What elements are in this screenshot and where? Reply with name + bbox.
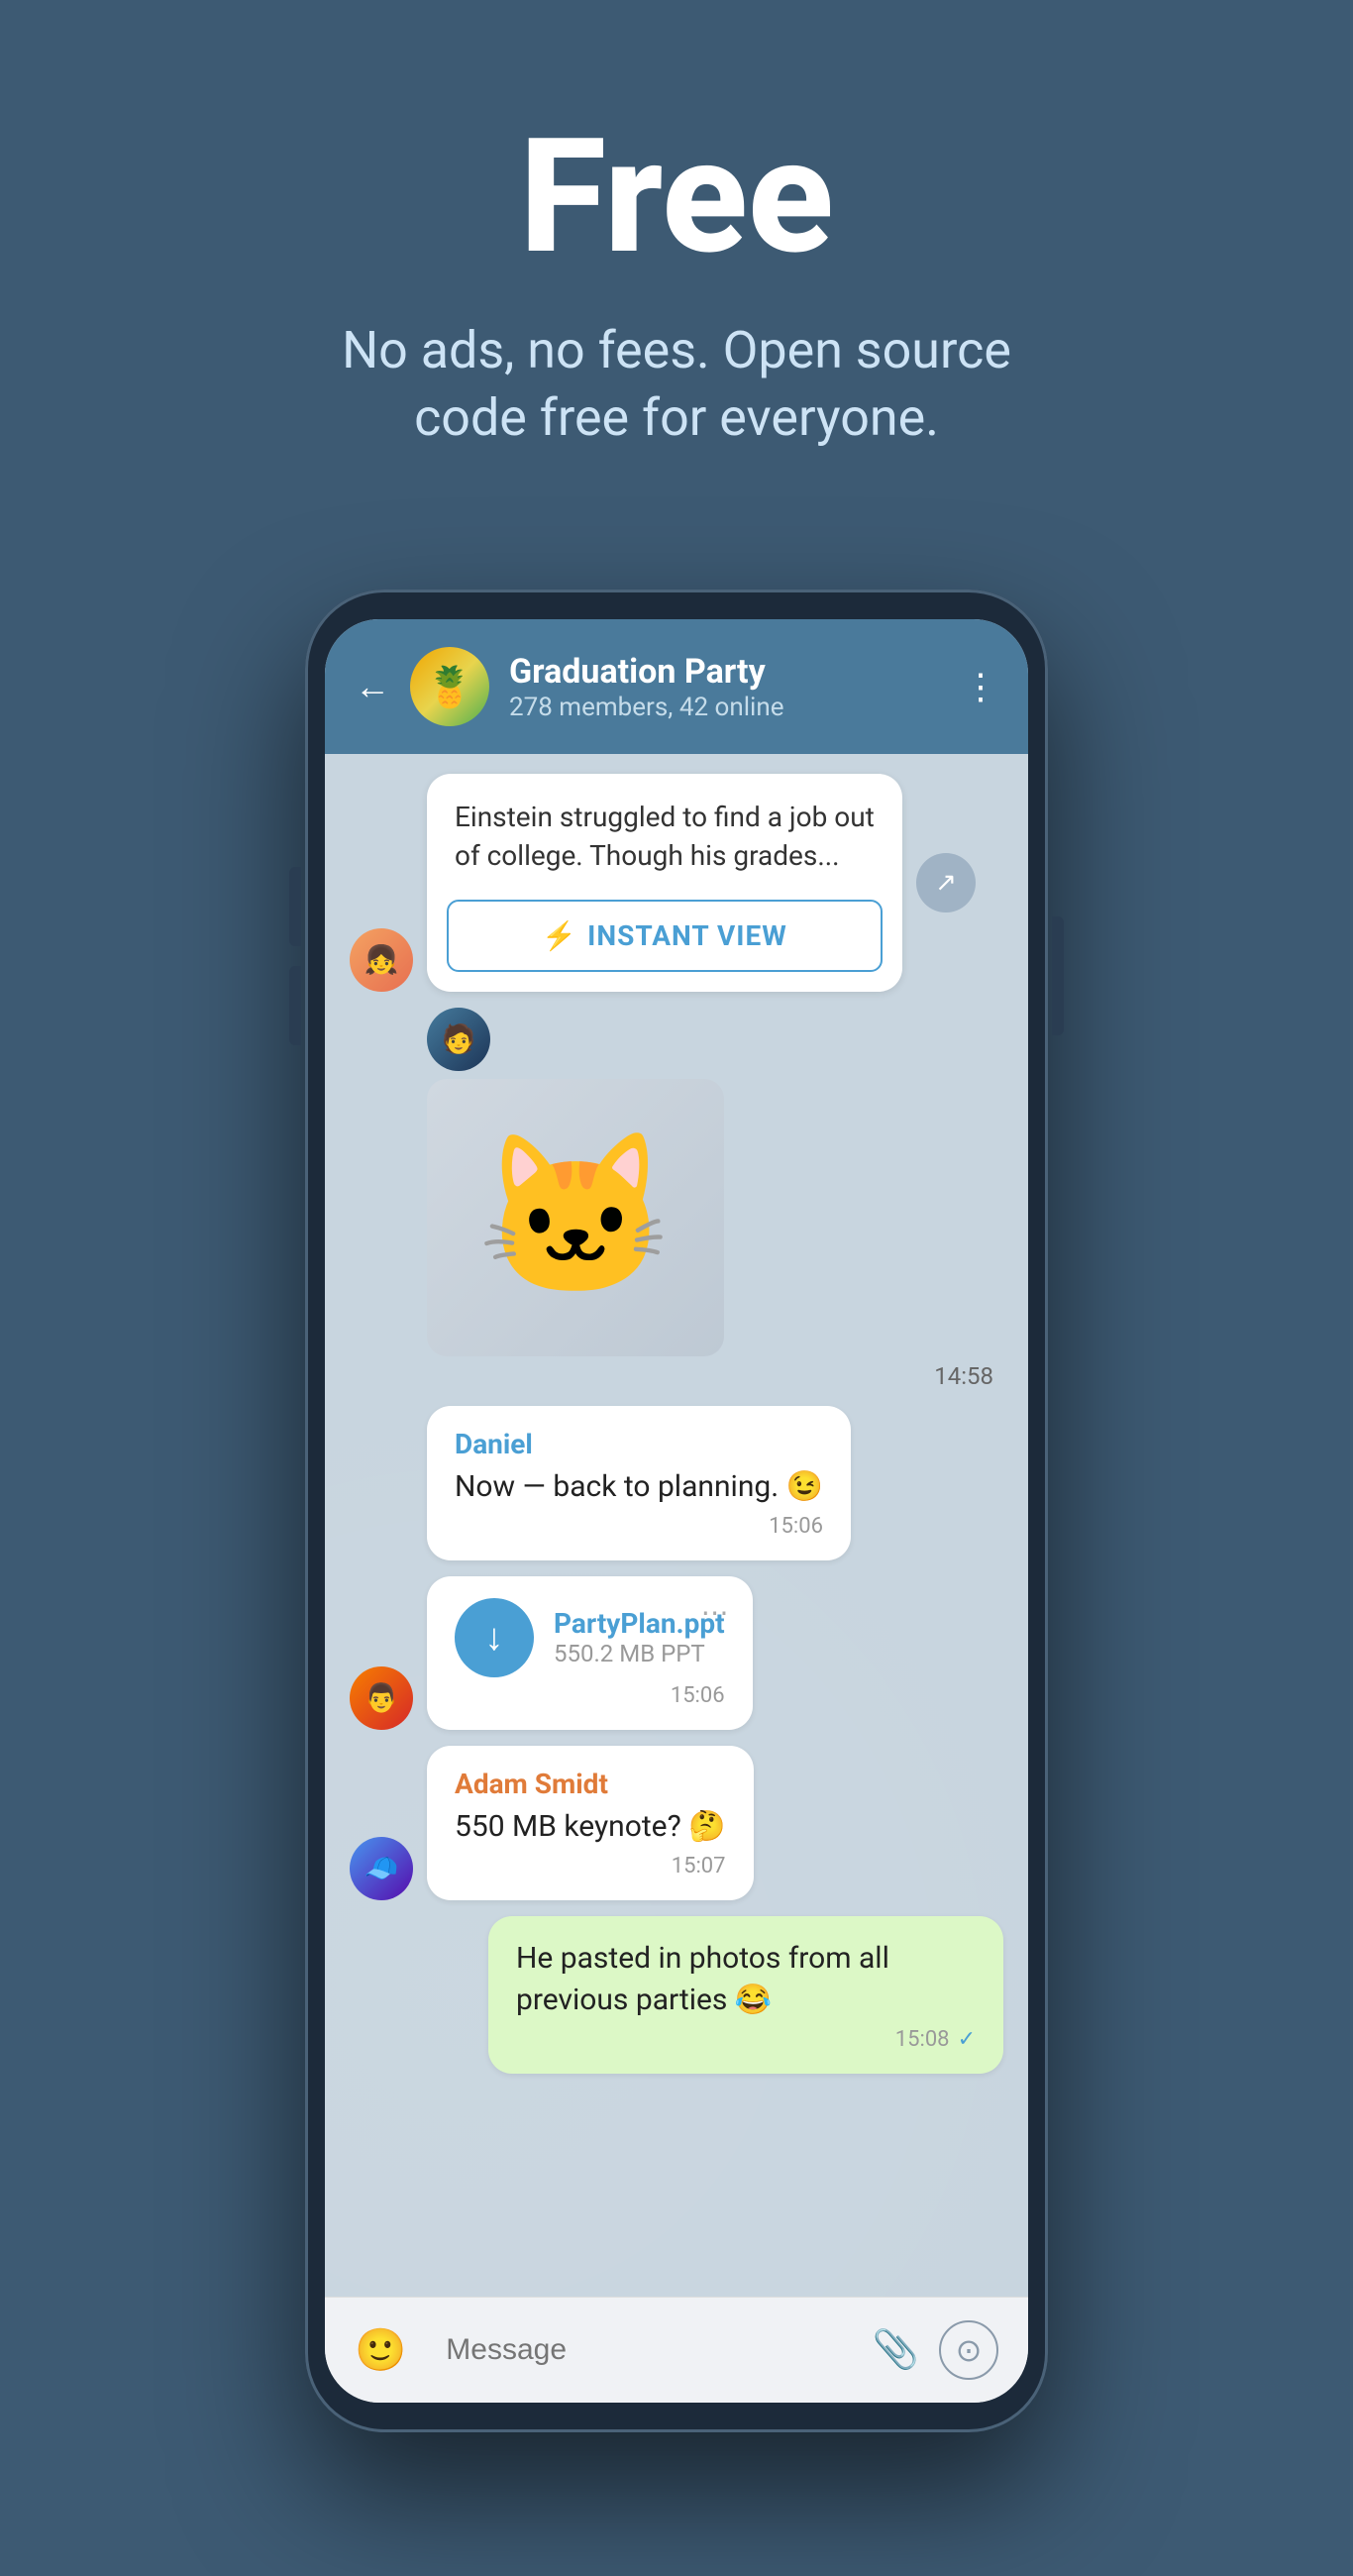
cat-sticker: 🐱 <box>476 1125 674 1310</box>
lightning-icon: ⚡ <box>542 919 577 952</box>
message-text-daniel: Now — back to planning. 😉 <box>455 1466 823 1508</box>
message-row-outgoing: He pasted in photos from all previous pa… <box>488 1916 1003 2074</box>
message-row-daniel: Daniel Now — back to planning. 😉 15:06 <box>350 1406 851 1560</box>
sticker-image: A = πr² + πrss = √(r²+h²)V = l³P = 2πr 🐱 <box>427 1079 724 1356</box>
message-row-article: 👧 Einstein struggled to find a job out o… <box>350 774 976 991</box>
message-text-outgoing: He pasted in photos from all previous pa… <box>516 1938 976 2021</box>
sticker-area: 🧑 A = πr² + πrss = √(r²+h²)V = l³P = 2πr… <box>350 1008 1003 1390</box>
message-time-adam: 15:07 <box>672 1854 726 1878</box>
emoji-button[interactable]: 🙂 <box>355 2326 406 2375</box>
message-row-file: 👨 ⋯ ↓ PartyPlan.ppt 550.2 MB PPT 15:06 <box>350 1576 753 1730</box>
instant-view-label: INSTANT VIEW <box>587 919 787 952</box>
attach-button[interactable]: 📎 <box>873 2328 919 2372</box>
file-info: PartyPlan.ppt 550.2 MB PPT <box>554 1607 725 1667</box>
article-bubble: Einstein struggled to find a job out of … <box>427 774 902 991</box>
message-time-file: 15:06 <box>671 1683 725 1708</box>
phone-mockup: ← 🍍 Graduation Party 278 members, 42 onl… <box>305 590 1048 2432</box>
group-info: Graduation Party 278 members, 42 online <box>509 652 943 722</box>
group-members: 278 members, 42 online <box>509 693 943 722</box>
phone-container: ← 🍍 Graduation Party 278 members, 42 onl… <box>0 530 1353 2531</box>
phone-screen: ← 🍍 Graduation Party 278 members, 42 onl… <box>325 619 1028 2403</box>
avatar-girl: 👧 <box>350 928 413 992</box>
avatar-guy2: 👨 <box>350 1666 413 1730</box>
file-bubble: ⋯ ↓ PartyPlan.ppt 550.2 MB PPT 15:06 <box>427 1576 753 1730</box>
chat-body: 👧 Einstein struggled to find a job out o… <box>325 754 1028 2297</box>
message-time-outgoing: 15:08 <box>895 2027 950 2052</box>
message-meta-outgoing: 15:08 ✓ <box>516 2027 976 2052</box>
file-inner: ↓ PartyPlan.ppt 550.2 MB PPT <box>455 1598 725 1677</box>
check-mark-icon: ✓ <box>958 2027 976 2052</box>
article-preview-text: Einstein struggled to find a job out of … <box>427 774 902 891</box>
text-bubble-daniel: Daniel Now — back to planning. 😉 15:06 <box>427 1406 851 1560</box>
file-size: 550.2 MB PPT <box>554 1640 725 1667</box>
file-more-icon[interactable]: ⋯ <box>701 1596 729 1629</box>
message-meta-adam: 15:07 <box>455 1854 726 1878</box>
sender-name-daniel: Daniel <box>455 1428 823 1460</box>
download-button[interactable]: ↓ <box>455 1598 534 1677</box>
text-bubble-adam: Adam Smidt 550 MB keynote? 🤔 15:07 <box>427 1746 754 1900</box>
chat-header: ← 🍍 Graduation Party 278 members, 42 onl… <box>325 619 1028 754</box>
message-row-adam: 🧢 Adam Smidt 550 MB keynote? 🤔 15:07 <box>350 1746 754 1900</box>
power-button <box>1052 916 1064 1035</box>
volume-button-2 <box>289 966 301 1045</box>
avatar-guy3: 🧢 <box>350 1837 413 1900</box>
sender-name-adam: Adam Smidt <box>455 1768 726 1800</box>
back-button[interactable]: ← <box>355 666 390 707</box>
message-input[interactable] <box>426 2317 852 2383</box>
share-button[interactable]: ↗ <box>916 853 976 912</box>
hero-subtitle: No ads, no fees. Open source code free f… <box>330 317 1023 451</box>
volume-button-1 <box>289 867 301 946</box>
message-meta-file: 15:06 <box>455 1683 725 1708</box>
message-meta-daniel: 15:06 <box>455 1514 823 1539</box>
sticker-time: 14:58 <box>427 1362 1003 1390</box>
avatar-guy1: 🧑 <box>427 1008 490 1071</box>
hero-title: Free <box>519 119 833 277</box>
text-bubble-outgoing: He pasted in photos from all previous pa… <box>488 1916 1003 2074</box>
instant-view-button[interactable]: ⚡ INSTANT VIEW <box>447 900 883 972</box>
hero-section: Free No ads, no fees. Open source code f… <box>0 0 1353 530</box>
group-name: Graduation Party <box>509 652 943 693</box>
file-name: PartyPlan.ppt <box>554 1607 725 1640</box>
message-time-daniel: 15:06 <box>769 1514 823 1539</box>
message-input-bar: 🙂 📎 ⊙ <box>325 2297 1028 2403</box>
message-text-adam: 550 MB keynote? 🤔 <box>455 1806 726 1848</box>
more-options-icon[interactable]: ⋮ <box>963 666 998 707</box>
group-avatar: 🍍 <box>410 647 489 726</box>
sticker-background: A = πr² + πrss = √(r²+h²)V = l³P = 2πr 🐱 <box>427 1079 724 1356</box>
camera-button[interactable]: ⊙ <box>939 2320 998 2380</box>
